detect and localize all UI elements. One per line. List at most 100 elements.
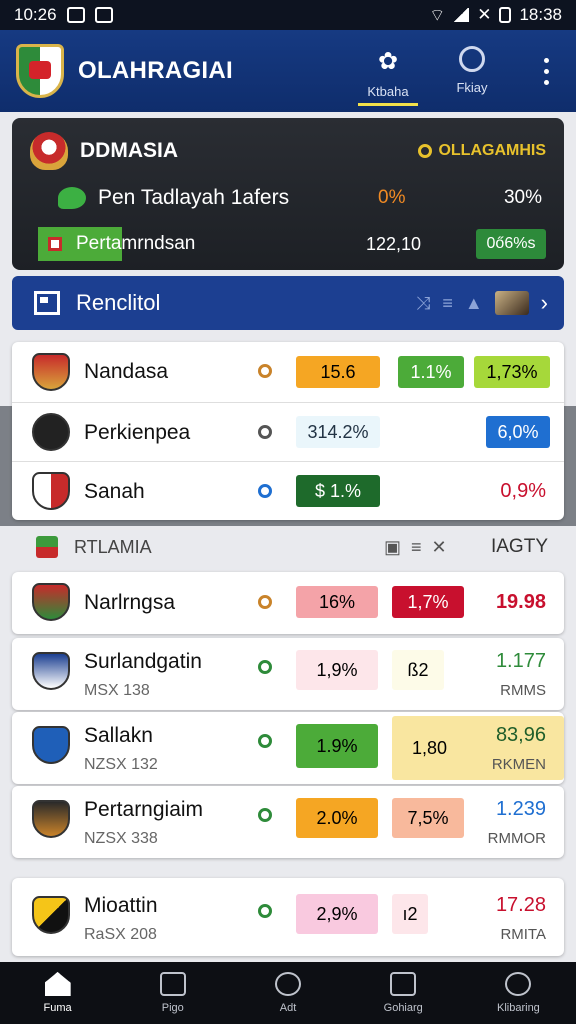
stat-subvalue: RKMEN <box>491 756 546 773</box>
nav-label: Adt <box>279 1002 297 1014</box>
stat-chip: $ 1.% <box>296 475 380 507</box>
summary-chip[interactable]: Pertamrndsan <box>38 227 206 261</box>
team-subtitle: NZSX 338 <box>84 830 158 847</box>
list-item[interactable]: Pertarngiaim NZSX 338 2.0% 7,5% 1.239 RM… <box>12 786 564 858</box>
stat-chip: 1,9% <box>296 650 378 690</box>
section-right-label: IAGTY <box>490 536 548 557</box>
battery-icon <box>499 7 512 23</box>
team-crest-icon <box>32 583 70 621</box>
team-crest-icon <box>32 726 70 764</box>
nav-matches[interactable]: Adt <box>230 962 345 1024</box>
list-item[interactable]: Mioattin RaSX 208 2,9% ı2 17.28 RMITA <box>12 878 564 956</box>
summary-row-label: Pen Tadlayah 1afers <box>98 186 290 209</box>
bulb-icon <box>258 734 272 748</box>
stat-chip: 1.1% <box>398 356 464 388</box>
bulb-icon <box>258 484 272 498</box>
summary-chip-label: Pertamrndsan <box>76 233 196 254</box>
nav-label: Klibaring <box>497 1002 540 1014</box>
status-time: 10:26 <box>14 5 57 24</box>
tab-chat[interactable]: Fkiay <box>440 40 504 106</box>
stat-value: 17.28 <box>495 894 546 916</box>
stat-value: 1.239 <box>495 798 546 820</box>
bulb-icon <box>258 660 272 674</box>
bulb-icon <box>258 364 272 378</box>
shuffle-icon[interactable]: ⤨ <box>416 293 430 314</box>
bulb-icon <box>258 425 272 439</box>
team-subtitle: RaSX 208 <box>84 926 157 943</box>
nav-label: Gohiarg <box>383 1002 423 1014</box>
stat-subvalue: RMMOR <box>487 830 546 847</box>
stat-chip: 15.6 <box>296 356 380 388</box>
thumbnail-image[interactable] <box>494 291 529 315</box>
stat-chip: 2,9% <box>296 894 378 934</box>
stat-chip: 1,7% <box>392 586 464 618</box>
stat-chip: ß2 <box>392 650 444 690</box>
nav-profile[interactable]: Klibaring <box>461 962 576 1024</box>
stat-chip: 7,5% <box>392 798 464 838</box>
profile-icon <box>505 972 532 996</box>
stat-value: 0,9% <box>500 480 546 502</box>
stat-subvalue: RMMS <box>500 682 546 699</box>
stat-chip: 16% <box>296 586 378 618</box>
stat-value: 1.177 <box>495 650 546 672</box>
calendar-icon[interactable]: ▣ <box>384 537 401 558</box>
section-toolbar[interactable]: Renclitol ⤨ ≡ ▲ › <box>12 276 564 330</box>
calendar-icon <box>159 972 186 996</box>
nav-teams[interactable]: Gohiarg <box>346 962 461 1024</box>
chevron-right-icon[interactable]: › <box>541 290 548 316</box>
summary-pill[interactable]: 0ő6%s <box>476 229 546 259</box>
list-icon[interactable]: ≡ <box>442 293 453 314</box>
nav-label: Pigo <box>161 1002 184 1014</box>
home-icon <box>44 972 71 996</box>
summary-title: DDMASIA <box>80 139 178 162</box>
team-crest-icon <box>32 353 70 391</box>
table-row[interactable]: Perkienpea 314.2% 6,0% <box>12 403 564 461</box>
list-item[interactable]: Narlrngsa 16% 1,7% 19.98 <box>12 572 564 634</box>
summary-panel: DDMASIA OLLAGAMHIS Pen Tadlayah 1afers 0… <box>12 118 564 270</box>
team-crest-icon <box>32 413 70 451</box>
team-name: Sanah <box>84 480 145 503</box>
app-header: OLAHRAGIAI ✿ Ktbaha Fkiay <box>0 30 576 112</box>
bulb-icon <box>258 808 272 822</box>
list-item[interactable]: Sallakn NZSX 132 1.9% 1,80 83,96 RKMEN <box>12 712 564 784</box>
summary-value: 122,10 <box>366 233 422 254</box>
team-name: Pertarngiaim <box>84 798 204 821</box>
stat-chip: 2.0% <box>296 798 378 838</box>
nav-calendar[interactable]: Pigo <box>115 962 230 1024</box>
more-menu-icon[interactable] <box>544 58 550 88</box>
tab-label: Fkiay <box>456 80 488 95</box>
chat-bubble-icon <box>459 46 485 72</box>
gear-icon: ✿ <box>377 47 399 75</box>
status-time-right: 18:38 <box>519 5 562 24</box>
team-crest-icon <box>32 472 70 510</box>
team-crest-icon <box>32 800 70 838</box>
status-badge[interactable]: OLLAGAMHIS <box>418 142 546 160</box>
close-icon[interactable]: ✕ <box>432 537 447 558</box>
crest-icon <box>30 132 68 170</box>
team-name: Surlandgatin <box>84 650 202 673</box>
section-toolbar-label: Renclitol <box>76 290 161 315</box>
bulb-icon <box>258 595 272 609</box>
team-crest-icon <box>32 896 70 934</box>
team-subtitle: MSX 138 <box>84 682 150 699</box>
table-row[interactable]: Nandasa 15.6 1.1% 1,73% <box>12 342 564 402</box>
stat-chip: 314.2% <box>296 416 380 448</box>
team-subtitle: NZSX 132 <box>84 756 158 773</box>
stat-chip: 1.9% <box>296 724 378 768</box>
table-row[interactable]: Sanah $ 1.% 0,9% <box>12 462 564 520</box>
team-name: Nandasa <box>84 360 169 383</box>
team-name: Perkienpea <box>84 421 191 444</box>
team-crest-icon <box>32 652 70 690</box>
mute-icon: ✕ <box>477 5 492 24</box>
stat-chip: 6,0% <box>486 416 550 448</box>
summary-pct-orange: 0% <box>378 187 406 208</box>
arrow-up-icon[interactable]: ▲ <box>465 293 483 314</box>
list-item[interactable]: Surlandgatin MSX 138 1,9% ß2 1.177 RMMS <box>12 638 564 710</box>
tab-settings[interactable]: ✿ Ktbaha <box>356 40 420 106</box>
flag-icon <box>48 237 62 251</box>
status-bar: 10:26 ⌔ ✕ 18:38 <box>0 0 576 30</box>
chat-icon <box>58 187 86 209</box>
bottom-nav: Fuma Pigo Adt Gohiarg Klibaring <box>0 962 576 1024</box>
nav-home[interactable]: Fuma <box>0 962 115 1024</box>
list-icon[interactable]: ≡ <box>411 537 422 558</box>
